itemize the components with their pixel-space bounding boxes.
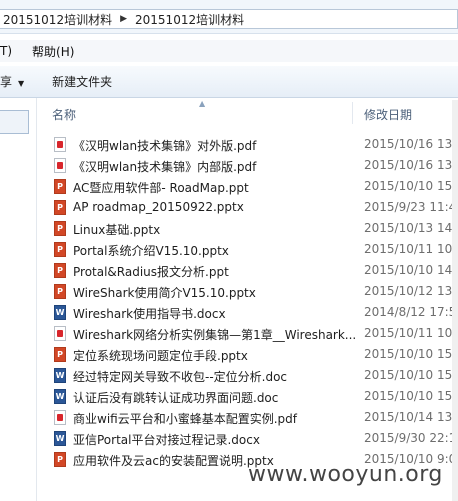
file-row[interactable]: P AC暨应用软件部- RoadMap.ppt 2015/10/10 15:2 [44, 176, 458, 197]
pdf-file-icon [54, 158, 66, 173]
column-headers: ▲ 名称 修改日期 [44, 99, 458, 126]
file-name: 《汉明wlan技术集锦》对外版.pdf [73, 139, 257, 153]
file-name: Portal系统介绍V15.10.pptx [73, 244, 229, 258]
file-name: Wireshark使用指导书.docx [73, 307, 226, 321]
ppt-file-icon: P [54, 452, 66, 467]
file-name: Protal&Radius报文分析.ppt [73, 265, 229, 279]
file-date: 2015/10/16 13: [364, 137, 457, 151]
ppt-file-icon: P [54, 263, 66, 278]
column-header-date[interactable]: 修改日期 [364, 106, 412, 123]
command-bar: 享 ▼ 新建文件夹 [0, 66, 458, 98]
file-date: 2015/10/12 13: [364, 284, 457, 298]
file-date: 2015/10/10 15:2 [364, 179, 458, 193]
doc-file-icon: W [54, 389, 66, 404]
file-date: 2015/9/23 11:45 [364, 200, 458, 214]
file-name: 经过特定网关导致不收包--定位分析.doc [73, 370, 288, 384]
file-row[interactable]: W 认证后没有跳转认证成功界面问题.doc 2015/10/10 15:2 [44, 386, 458, 407]
file-name: WireShark使用简介V15.10.pptx [73, 286, 256, 300]
doc-file-icon: W [54, 305, 66, 320]
sort-ascending-icon: ▲ [199, 99, 206, 108]
file-row[interactable]: P WireShark使用简介V15.10.pptx 2015/10/12 13: [44, 281, 458, 302]
file-row[interactable]: P Linux基础.pptx 2015/10/13 14:0 [44, 218, 458, 239]
nav-selected-item[interactable] [0, 110, 29, 134]
pdf-file-icon [54, 326, 66, 341]
breadcrumb-folder-1[interactable]: 20151012培训材料 [3, 11, 112, 28]
menu-help[interactable]: 帮助(H) [32, 43, 74, 60]
file-row[interactable]: W 经过特定网关导致不收包--定位分析.doc 2015/10/10 15:2 [44, 365, 458, 386]
ppt-file-icon: P [54, 284, 66, 299]
file-row[interactable]: W Wireshark使用指导书.docx 2014/8/12 17:59 [44, 302, 458, 323]
file-date: 2014/8/12 17:59 [364, 305, 458, 319]
file-row[interactable]: 商业wifi云平台和小蜜蜂基本配置实例.pdf 2015/10/14 13:4 [44, 407, 458, 428]
ppt-file-icon: P [54, 179, 66, 194]
share-label: 享 [0, 75, 13, 89]
file-name: 商业wifi云平台和小蜜蜂基本配置实例.pdf [73, 412, 297, 426]
doc-file-icon: W [54, 368, 66, 383]
breadcrumb-separator-icon[interactable]: ▶ [120, 14, 127, 24]
file-name: AP roadmap_20150922.pptx [73, 200, 244, 214]
file-name: Linux基础.pptx [73, 223, 161, 237]
file-date: 2015/9/30 22:12 [364, 431, 458, 445]
file-name: AC暨应用软件部- RoadMap.ppt [73, 181, 249, 195]
file-date: 2015/10/10 15:2 [364, 389, 458, 403]
file-name: 认证后没有跳转认证成功界面问题.doc [73, 391, 279, 405]
file-list: 《汉明wlan技术集锦》对外版.pdf 2015/10/16 13: 《汉明wlan… [44, 134, 458, 470]
file-date: 2015/10/10 15:2 [364, 368, 458, 382]
ppt-file-icon: P [54, 221, 66, 236]
column-header-name[interactable]: 名称 [52, 106, 76, 123]
file-name: 应用软件及云ac的安装配置说明.pptx [73, 454, 274, 468]
menu-bar: T) 帮助(H) [0, 40, 458, 62]
share-button[interactable]: 享 ▼ [0, 73, 24, 90]
file-date: 2015/10/11 10:4 [364, 326, 458, 340]
breadcrumb-folder-2[interactable]: 20151012培训材料 [135, 11, 244, 28]
pdf-file-icon [54, 137, 66, 152]
file-row[interactable]: W 亚信Portal平台对接过程记录.docx 2015/9/30 22:12 [44, 428, 458, 449]
column-divider[interactable] [352, 102, 353, 124]
file-date: 2015/10/14 13:4 [364, 410, 458, 424]
file-date: 2015/10/13 14:0 [364, 221, 458, 235]
file-name: 《汉明wlan技术集锦》内部版.pdf [73, 160, 257, 174]
file-name: 亚信Portal平台对接过程记录.docx [73, 433, 260, 447]
file-row[interactable]: 《汉明wlan技术集锦》内部版.pdf 2015/10/16 13: [44, 155, 458, 176]
file-row[interactable]: Wireshark网络分析实例集锦—第1章__Wireshark... 2015/… [44, 323, 458, 344]
menu-tools[interactable]: T) [0, 44, 12, 58]
file-name: 定位系统现场问题定位手段.pptx [73, 349, 248, 363]
file-name: Wireshark网络分析实例集锦—第1章__Wireshark... [73, 328, 357, 342]
pdf-file-icon [54, 410, 66, 425]
file-date: 2015/10/11 10:3 [364, 242, 458, 256]
new-folder-button[interactable]: 新建文件夹 [52, 73, 112, 90]
file-date: 2015/10/10 15:2 [364, 347, 458, 361]
doc-file-icon: W [54, 431, 66, 446]
ppt-file-icon: P [54, 242, 66, 257]
file-date: 2015/10/10 14:0 [364, 263, 458, 277]
file-row[interactable]: 《汉明wlan技术集锦》对外版.pdf 2015/10/16 13: [44, 134, 458, 155]
ppt-file-icon: P [54, 200, 66, 215]
dropdown-arrow-icon: ▼ [18, 79, 25, 88]
file-date: 2015/10/16 13: [364, 158, 457, 172]
file-row[interactable]: P Portal系统介绍V15.10.pptx 2015/10/11 10:3 [44, 239, 458, 260]
file-row[interactable]: P AP roadmap_20150922.pptx 2015/9/23 11:45 [44, 197, 458, 218]
ppt-file-icon: P [54, 347, 66, 362]
address-bar[interactable]: 20151012培训材料 ▶ 20151012培训材料 [0, 9, 458, 29]
file-row[interactable]: P Protal&Radius报文分析.ppt 2015/10/10 14:0 [44, 260, 458, 281]
scrollbar[interactable] [452, 100, 458, 501]
navigation-pane[interactable] [0, 98, 37, 501]
watermark: www.wooyun.org [248, 462, 443, 487]
file-row[interactable]: P 定位系统现场问题定位手段.pptx 2015/10/10 15:2 [44, 344, 458, 365]
address-bar-area: 20151012培训材料 ▶ 20151012培训材料 [0, 0, 458, 34]
